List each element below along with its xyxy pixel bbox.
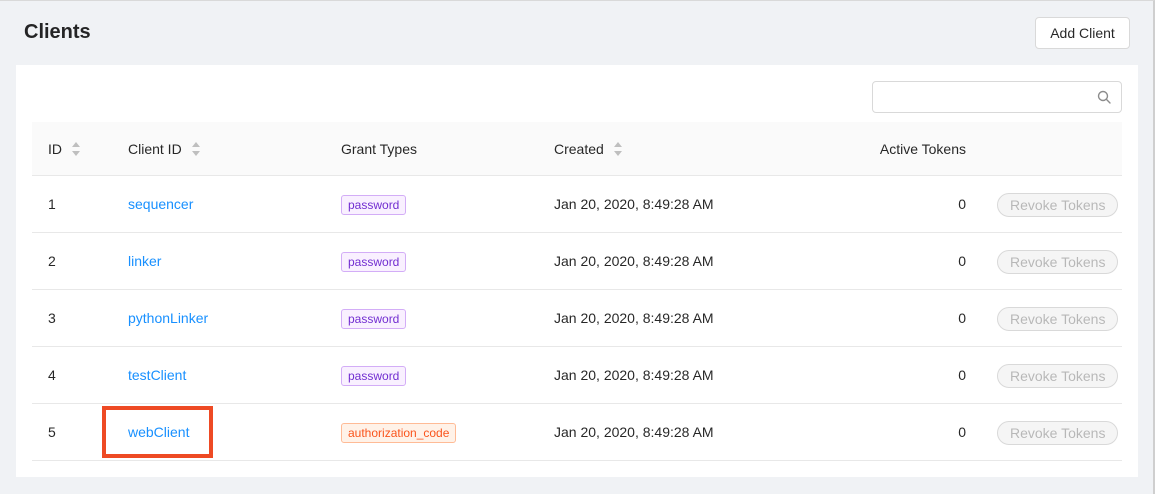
client-id-link[interactable]: testClient: [128, 367, 186, 383]
highlight-box: [102, 406, 213, 458]
active-tokens-count: 0: [958, 367, 966, 383]
client-row-id: 4: [48, 367, 56, 383]
grant-type-tag: authorization_code: [341, 423, 457, 444]
revoke-tokens-button[interactable]: Revoke Tokens: [997, 250, 1119, 275]
table-row: 1 sequencer password Jan 20, 2020, 8:49:…: [32, 176, 1122, 233]
client-id-link[interactable]: linker: [128, 253, 161, 269]
column-header-client-id[interactable]: Client ID: [128, 122, 200, 176]
column-header-label: Client ID: [128, 141, 182, 157]
client-id-link[interactable]: sequencer: [128, 196, 193, 212]
column-header-created[interactable]: Created: [554, 122, 622, 176]
active-tokens-count: 0: [958, 424, 966, 440]
grant-type-tag: password: [341, 195, 407, 216]
created-date: Jan 20, 2020, 8:49:28 AM: [554, 196, 714, 212]
table-header: ID Client ID Grant Types Created Active …: [32, 122, 1122, 176]
column-header-label: Grant Types: [341, 141, 418, 157]
client-row-id: 5: [48, 424, 56, 440]
created-date: Jan 20, 2020, 8:49:28 AM: [554, 253, 714, 269]
revoke-tokens-button[interactable]: Revoke Tokens: [997, 421, 1119, 446]
active-tokens-count: 0: [958, 253, 966, 269]
search-input[interactable]: [873, 82, 1083, 112]
sort-icon[interactable]: [613, 142, 622, 157]
client-id-link[interactable]: pythonLinker: [128, 310, 208, 326]
column-header-id[interactable]: ID: [48, 122, 80, 176]
revoke-tokens-button[interactable]: Revoke Tokens: [997, 193, 1119, 218]
search-icon[interactable]: [1097, 90, 1111, 104]
client-row-id: 1: [48, 196, 56, 212]
created-date: Jan 20, 2020, 8:49:28 AM: [554, 310, 714, 326]
table-row: 3 pythonLinker password Jan 20, 2020, 8:…: [32, 290, 1122, 347]
table-row: 2 linker password Jan 20, 2020, 8:49:28 …: [32, 233, 1122, 290]
table-row: 4 testClient password Jan 20, 2020, 8:49…: [32, 347, 1122, 404]
add-client-button[interactable]: Add Client: [1035, 17, 1130, 49]
grant-type-tag: password: [341, 366, 407, 387]
revoke-tokens-button[interactable]: Revoke Tokens: [997, 364, 1119, 389]
column-header-active-tokens: Active Tokens: [880, 122, 966, 176]
search-box[interactable]: [872, 81, 1122, 113]
sort-icon[interactable]: [72, 142, 80, 157]
column-header-label: Active Tokens: [879, 141, 966, 157]
sort-icon[interactable]: [191, 142, 200, 157]
active-tokens-count: 0: [958, 310, 966, 326]
column-header-grant-types: Grant Types: [341, 122, 417, 176]
grant-type-tag: password: [341, 252, 407, 273]
client-row-id: 2: [48, 253, 56, 269]
created-date: Jan 20, 2020, 8:49:28 AM: [554, 367, 714, 383]
grant-type-tag: password: [341, 309, 407, 330]
column-header-label: Created: [554, 141, 604, 157]
column-header-label: ID: [48, 141, 62, 157]
revoke-tokens-button[interactable]: Revoke Tokens: [997, 307, 1119, 332]
active-tokens-count: 0: [958, 196, 966, 212]
page-title: Clients: [24, 21, 91, 43]
client-row-id: 3: [48, 310, 56, 326]
created-date: Jan 20, 2020, 8:49:28 AM: [554, 424, 714, 440]
